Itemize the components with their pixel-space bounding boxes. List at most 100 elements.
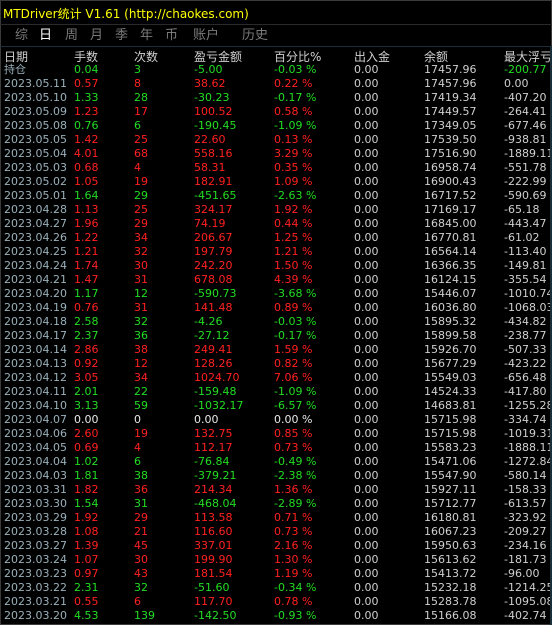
table-row[interactable]: 2023.04.28 1.13 25 324.17 1.92 % 0.00 17169.17… [0,203,552,217]
cell-percent: 0.44 % [274,217,313,230]
cell-percent: 0.35 % [274,161,313,174]
table-row[interactable]: 2023.03.29 1.92 29 113.58 0.71 % 0.00 16180.81… [0,511,552,525]
table-row[interactable]: 2023.04.04 1.02 6 -76.84 -0.49 % 0.00 15471.06… [0,455,552,469]
tab-summary[interactable]: 综 [15,27,28,45]
cell-deposits: 0.00 [354,315,379,328]
table-row[interactable]: 2023.04.19 0.76 31 141.48 0.89 % 0.00 16036.80… [0,301,552,315]
cell-percent: -0.03 % [274,63,317,76]
table-row[interactable]: 2023.05.04 4.01 68 558.16 3.29 % 0.00 17516.90… [0,147,552,161]
table-row[interactable]: 2023.05.09 1.23 17 100.52 0.58 % 0.00 17449.57… [0,105,552,119]
tab-account[interactable]: 账户 [193,27,219,45]
table-row[interactable]: 2023.04.05 0.69 4 112.17 0.73 % 0.00 15583.23 -… [0,441,552,455]
cell-profit: 132.75 [194,427,233,440]
tab-history[interactable]: 历史 [242,27,268,45]
cell-lots: 3.13 [74,399,99,412]
cell-date: 2023.03.31 [4,483,67,496]
table-row[interactable]: 2023.03.21 0.55 6 117.70 0.78 % 0.00 15283.78 -… [0,595,552,609]
tab-currency[interactable]: 币 [165,27,178,45]
cell-balance: 17457.96 [424,77,477,90]
table-row[interactable]: 2023.04.12 3.05 34 1024.70 7.06 % 0.00 15549.0… [0,371,552,385]
cell-trades: 19 [134,427,148,440]
tab-day[interactable]: 日 [39,27,52,45]
cell-date: 2023.05.11 [4,77,67,90]
table-row[interactable]: 2023.05.08 0.76 6 -190.45 -1.09 % 0.00 17349.0… [0,119,552,133]
cell-profit: -468.04 [194,497,237,510]
cell-percent: 3.29 % [274,147,313,160]
tab-week[interactable]: 周 [65,27,78,45]
cell-deposits: 0.00 [354,525,379,538]
table-row[interactable]: 2023.03.24 1.07 30 199.90 1.30 % 0.00 15613.62… [0,553,552,567]
table-row[interactable]: 2023.03.31 1.82 36 214.34 1.36 % 0.00 15927.11… [0,483,552,497]
cell-date: 2023.04.14 [4,343,67,356]
table-row[interactable]: 2023.03.27 1.39 45 337.01 2.16 % 0.00 15950.63… [0,539,552,553]
table-row[interactable]: 持仓 0.04 3 -5.00 -0.03 % 0.00 17457.96 -200.77 [0,63,552,77]
tab-year[interactable]: 年 [140,27,153,45]
table-row[interactable]: 2023.04.25 1.21 32 197.79 1.21 % 0.00 16564.14… [0,245,552,259]
table-row[interactable]: 2023.04.21 1.47 31 678.08 4.39 % 0.00 16124.15… [0,273,552,287]
table-row[interactable]: 2023.03.28 1.08 21 116.60 0.73 % 0.00 16067.23… [0,525,552,539]
table-row[interactable]: 2023.05.11 0.57 8 38.62 0.22 % 0.00 17457.96 0.… [0,77,552,91]
table-row[interactable]: 2023.04.17 2.37 36 -27.12 -0.17 % 0.00 15899.5… [0,329,552,343]
table-row[interactable]: 2023.04.06 2.60 19 132.75 0.85 % 0.00 15715.98… [0,427,552,441]
cell-max-drawdown: -234.16 [504,539,547,552]
cell-trades: 36 [134,483,148,496]
cell-deposits: 0.00 [354,161,379,174]
table-row[interactable]: 2023.05.10 1.33 28 -30.23 -0.17 % 0.00 17419.3… [0,91,552,105]
cell-lots: 1.81 [74,469,99,482]
cell-lots: 0.04 [74,63,99,76]
table-row[interactable]: 2023.04.13 0.92 12 128.26 0.82 % 0.00 15677.29… [0,357,552,371]
cell-max-drawdown: -65.18 [504,203,540,216]
cell-lots: 1.08 [74,525,99,538]
cell-profit: -51.60 [194,581,230,594]
table-row[interactable]: 2023.04.03 1.81 38 -379.21 -2.38 % 0.00 15547.… [0,469,552,483]
cell-deposits: 0.00 [354,147,379,160]
table-row[interactable]: 2023.05.05 1.42 25 22.60 0.13 % 0.00 17539.50 -… [0,133,552,147]
cell-deposits: 0.00 [354,287,379,300]
table-row[interactable]: 2023.04.26 1.22 34 206.67 1.25 % 0.00 16770.81… [0,231,552,245]
table-row[interactable]: 2023.04.18 2.58 32 -4.26 -0.03 % 0.00 15895.32… [0,315,552,329]
cell-balance: 14683.81 [424,399,477,412]
cell-deposits: 0.00 [354,595,379,608]
table-row[interactable]: 2023.04.10 3.13 59 -1032.17 -6.57 % 0.00 14683… [0,399,552,413]
cell-max-drawdown: -1095.08 [504,595,552,608]
cell-profit: 214.34 [194,483,233,496]
cell-percent: 0.71 % [274,511,313,524]
table-row[interactable]: 2023.03.22 2.31 32 -51.60 -0.34 % 0.00 15232.1… [0,581,552,595]
cell-max-drawdown: -1889.11 [504,147,552,160]
table-row[interactable]: 2023.05.01 1.64 29 -451.65 -2.63 % 0.00 16717.… [0,189,552,203]
table-row[interactable]: 2023.04.14 2.86 38 249.41 1.59 % 0.00 15926.70… [0,343,552,357]
cell-trades: 32 [134,581,148,594]
cell-max-drawdown: -264.41 [504,105,547,118]
cell-percent: 0.73 % [274,441,313,454]
cell-deposits: 0.00 [354,63,379,76]
table-row[interactable]: 2023.04.24 1.74 30 242.20 1.50 % 0.00 16366.35… [0,259,552,273]
cell-percent: -2.89 % [274,497,317,510]
cell-max-drawdown: -1888.11 [504,441,552,454]
table-row[interactable]: 2023.03.30 1.54 31 -468.04 -2.89 % 0.00 15712.… [0,497,552,511]
cell-lots: 1.74 [74,259,99,272]
table-row[interactable]: 2023.05.02 1.05 19 182.91 1.09 % 0.00 16900.43… [0,175,552,189]
cell-max-drawdown: -423.22 [504,357,547,370]
cell-trades: 38 [134,343,148,356]
cell-max-drawdown: -1214.25 [504,581,552,594]
cell-trades: 31 [134,301,148,314]
table-row[interactable]: 2023.04.27 1.96 29 74.19 0.44 % 0.00 16845.00 -… [0,217,552,231]
tab-month[interactable]: 月 [90,27,103,45]
cell-lots: 1.54 [74,497,99,510]
tab-quarter[interactable]: 季 [115,27,128,45]
table-row[interactable]: 2023.05.03 0.68 4 58.31 0.35 % 0.00 16958.74 -5… [0,161,552,175]
table-row[interactable]: 2023.04.11 2.01 22 -159.48 -1.09 % 0.00 14524.… [0,385,552,399]
cell-trades: 8 [134,77,141,90]
table-row[interactable]: 2023.03.20 4.53 139 -142.50 -0.93 % 0.00 15166… [0,609,552,623]
cell-profit: 112.17 [194,441,233,454]
table-row[interactable]: 2023.04.20 1.17 12 -590.73 -3.68 % 0.00 15446.… [0,287,552,301]
cell-percent: 1.21 % [274,245,313,258]
cell-max-drawdown: -334.74 [504,413,547,426]
cell-max-drawdown: -507.33 [504,343,547,356]
table-row[interactable]: 2023.03.23 0.97 43 181.54 1.19 % 0.00 15413.72… [0,567,552,581]
cell-balance: 17169.17 [424,203,477,216]
table-row[interactable]: 2023.04.07 0.00 0 0.00 0.00 % 0.00 15715.98 -33… [0,413,552,427]
cell-lots: 1.05 [74,175,99,188]
cell-balance: 15715.98 [424,413,477,426]
cell-profit: 197.79 [194,245,233,258]
